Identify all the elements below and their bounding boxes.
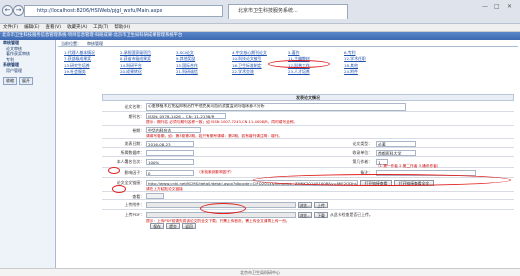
highlight-oval (253, 174, 511, 186)
upload-button[interactable]: 上传 (314, 201, 328, 208)
form-row: 论文名称： 心脏移植术后免疫抑制治疗中他克莫司血药浓度监测与临床意义分析 (102, 102, 514, 112)
section-link[interactable]: 23.人才培养 (288, 69, 344, 75)
type-label: 论文类型： (352, 141, 372, 146)
menu-view[interactable]: 查看(V) (42, 24, 64, 32)
browse-pdf-button[interactable]: 浏览... (298, 211, 312, 218)
title-label: 论文名称： (124, 104, 144, 109)
section-link[interactable]: 1.代理人基本情况 (64, 50, 120, 56)
browser-tab[interactable]: 北京市卫生科技服务系统... (228, 4, 348, 19)
form-row: 上传附件： 浏览... 上传 (102, 200, 514, 210)
section-link[interactable]: 13.研究生培养 (64, 63, 120, 69)
section-link[interactable]: 21.科研诚信 (176, 69, 232, 75)
address-bar[interactable]: http://localhost:8206/HSIWeb/pjgl_wxfu/M… (24, 5, 223, 17)
forward-arrow-icon[interactable]: → (13, 5, 24, 16)
download-button[interactable]: 下载 (314, 211, 328, 218)
highlight-oval (200, 203, 246, 214)
impact-field[interactable]: 0 (146, 169, 194, 176)
menu-file[interactable]: 文件(F) (0, 24, 21, 32)
maximize-icon[interactable]: □ (494, 3, 500, 10)
section-link[interactable]: 19.社会服务 (64, 69, 120, 75)
minimize-icon[interactable]: — (482, 3, 488, 10)
browse-button[interactable]: 浏览... (298, 201, 312, 208)
form-row: 卷期： 中华内科杂志 请填写卷期，如：第3卷第2期，若只有期号请填：第2期，若有… (102, 126, 514, 139)
app-banner: 北京市卫生科技服务信息管理系统·项目信息管理·科研成果·北京市卫生局科研成果管理… (0, 32, 520, 40)
section-link[interactable]: 12.学术任职 (344, 56, 400, 62)
journal-field[interactable]: ISSN: 0578-1426 ，CN: 11-2138/R (146, 113, 226, 119)
highlight-oval (268, 60, 330, 68)
section-link[interactable]: 22.学术交流 (232, 69, 288, 75)
author-order-field[interactable]: 100% (146, 158, 194, 165)
section-link[interactable]: 14.科研平台 (120, 63, 176, 69)
expand-button[interactable]: 展开 (19, 77, 33, 85)
section-link[interactable]: 2.承担国家级项目 (120, 50, 176, 56)
status-bar: 北京市卫生局科研中心 (0, 268, 520, 276)
title-field[interactable]: 心脏移植术后免疫抑制治疗中他克莫司血药浓度监测与临床意义分析 (146, 103, 406, 111)
journal-note: 提示：期刊名 必须与期刊名称一致；如 ISSN 1007-7243,CN 11-… (146, 120, 298, 124)
close-icon[interactable]: ✕ (507, 3, 512, 10)
upload-hint: 从此卡检查是否已上传。 (330, 212, 373, 217)
journal-label: 期刊名： (128, 114, 144, 119)
issue-note: 请填写卷期，如：第3卷第2期，若只有期号请填：第2期，若有增刊请注明：增刊。 (146, 133, 283, 138)
unit-label: 收录单位： (352, 150, 372, 155)
collapse-button[interactable]: 收缩 (3, 77, 17, 85)
form-row: 所属数据库： 收录单位： 首都医科大学 (102, 148, 514, 157)
section-link[interactable]: 20.成果转化 (120, 69, 176, 75)
section-link[interactable]: 5.著作 (288, 50, 344, 56)
section-link[interactable]: 24.附件 (344, 69, 400, 75)
date-label: 发表日期： (124, 141, 144, 146)
breadcrumb-current[interactable]: 审核管理 (84, 41, 106, 46)
date-field[interactable]: 2016-08-23 (146, 140, 194, 147)
upload-note: 提示：上传PDF前请先将该论文的全文下载；只需上传首页，需上传全文请再上传一份。 (146, 218, 290, 223)
form-row: 查看： (102, 192, 514, 200)
impact-note: （未检索到影响因子） (197, 170, 234, 174)
unit-field[interactable]: 首都医科大学 (376, 149, 416, 156)
breadcrumb-prefix: 当前位置： (61, 41, 81, 46)
sidebar-item-users[interactable]: 用户管理 (0, 68, 55, 74)
issue-label: 卷期： (132, 128, 144, 133)
link-note: 请在上方粘贴论文链接 (146, 186, 183, 191)
section-link[interactable]: 18.其他 (344, 63, 400, 69)
menu-bar: 文件(F) 编辑(E) 查看(V) 收藏夹(A) 工具(T) 帮助(H) (0, 24, 520, 32)
type-field[interactable]: 论著 (376, 140, 416, 147)
highlight-oval (108, 167, 120, 174)
section-link[interactable]: 3.SCI论文 (176, 50, 232, 56)
section-title: 发表论文情况 (102, 94, 514, 101)
section-link[interactable]: 15.国际合作 (176, 63, 232, 69)
back-arrow-icon[interactable]: ← (2, 5, 13, 16)
link-row: 19.社会服务 20.成果转化 21.科研诚信 22.学术交流 23.人才培养 24.附件 (64, 69, 514, 75)
submit-button[interactable]: 提交 (166, 223, 180, 229)
upload-pdf-label: 上传PDF： (124, 212, 144, 217)
form-row: 上传PDF： 浏览... 下载 从此卡检查是否已上传。 提示：上传PDF前请先将… (102, 210, 514, 224)
section-link[interactable]: 4.中文核心期刊论文 (232, 50, 288, 56)
browser-titlebar: ← → http://localhost:8206/HSIWeb/pjgl_wx… (0, 0, 520, 24)
section-link[interactable]: 9.其他奖励 (176, 56, 232, 62)
menu-help[interactable]: 帮助(H) (111, 24, 133, 32)
highlight-oval (112, 185, 126, 193)
section-link[interactable]: 7.获部级成果奖 (64, 56, 120, 62)
sidebar: 审核管理 论文审核 著作获奖审核 专利 系统管理 用户管理 收缩 展开 (0, 40, 56, 268)
author-order-label: 本人署名位次： (116, 159, 144, 164)
form-row: 发表日期： 2016-08-23 论文类型： 论著 (102, 139, 514, 148)
main-content: 当前位置： 审核管理 1.代理人基本情况 2.承担国家级项目 3.SCI论文 4.中文核… (58, 40, 518, 268)
index-label: 所属数据库： (120, 150, 144, 155)
issue-field[interactable]: 中华内科杂志 (146, 127, 201, 133)
index-field[interactable] (146, 149, 194, 156)
menu-edit[interactable]: 编辑(E) (21, 24, 42, 32)
back-button[interactable]: 返回 (182, 223, 196, 229)
breadcrumb: 当前位置： 审核管理 (58, 40, 518, 47)
rank-label: 第几作者： (352, 159, 372, 164)
form-row: 期刊名： ISSN: 0578-1426 ，CN: 11-2138/R 提示：期… (102, 112, 514, 126)
section-link[interactable]: 6.专利 (344, 50, 400, 56)
view-label: 查看： (132, 193, 144, 199)
form-row: 本人署名位次： 100% 第几作者： 1 （1.第一作者 2.第二作者 3.通讯… (102, 157, 514, 168)
save-button[interactable]: 保存 (150, 223, 164, 229)
menu-tools[interactable]: 工具(T) (90, 24, 111, 32)
upload-label: 上传附件： (124, 202, 144, 207)
view-box[interactable] (146, 193, 164, 199)
section-link[interactable]: 8.获省市级成果奖 (120, 56, 176, 62)
menu-favorites[interactable]: 收藏夹(A) (64, 24, 90, 32)
